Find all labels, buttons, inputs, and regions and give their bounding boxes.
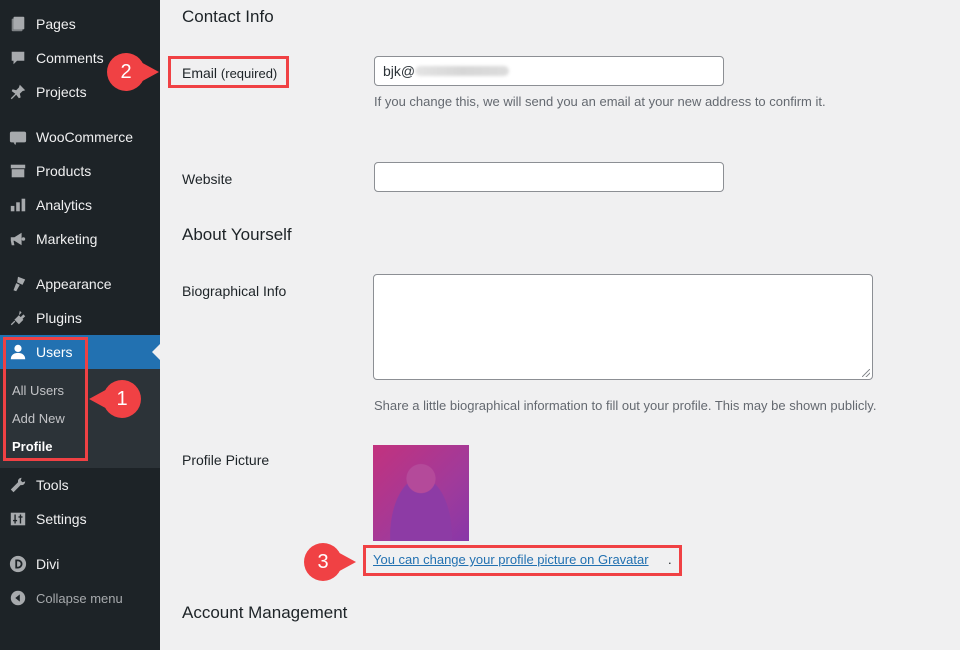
about-yourself-heading: About Yourself [182, 225, 292, 244]
sidebar-item-label: Marketing [36, 231, 98, 247]
sidebar-item-label: Analytics [36, 197, 93, 213]
email-field[interactable]: bjk@ [374, 56, 724, 86]
paintbrush-icon [8, 274, 28, 294]
resize-handle[interactable] [862, 369, 870, 377]
sidebar-item-woocommerce[interactable]: WooCommerce [0, 120, 160, 154]
callout-badge-3: 3 [304, 543, 356, 581]
megaphone-icon [8, 229, 28, 249]
sidebar-item-label: Appearance [36, 276, 112, 292]
sidebar-item-label: Divi [36, 556, 60, 572]
sidebar-item-label: Collapse menu [36, 590, 123, 606]
collapse-icon [8, 588, 28, 608]
callout-number: 3 [304, 543, 342, 581]
sidebar-item-tools[interactable]: Tools [0, 468, 160, 502]
contact-info-heading: Contact Info [182, 7, 274, 26]
profile-avatar [373, 445, 469, 541]
divi-icon [8, 554, 28, 574]
bio-description: Share a little biographical information … [374, 398, 877, 413]
sidebar-item-pages[interactable]: Pages [0, 7, 160, 41]
sidebar-item-label: Projects [36, 84, 87, 100]
callout-badge-2: 2 [107, 53, 159, 91]
callout-box-users-menu [3, 337, 88, 461]
sidebar-item-appearance[interactable]: Appearance [0, 267, 160, 301]
sidebar-item-label: Settings [36, 511, 87, 527]
sidebar-item-label: Pages [36, 16, 76, 32]
sidebar-item-divi[interactable]: Divi [0, 547, 160, 581]
pin-icon [8, 82, 28, 102]
sidebar-item-label: Comments [36, 50, 104, 66]
callout-number: 1 [103, 380, 141, 418]
account-management-heading: Account Management [182, 603, 348, 622]
woocommerce-icon [8, 127, 28, 147]
comments-icon [8, 48, 28, 68]
sidebar-item-marketing[interactable]: Marketing [0, 222, 160, 256]
callout-number: 2 [107, 53, 145, 91]
callout-box-gravatar [363, 545, 682, 576]
bio-label: Biographical Info [182, 283, 287, 299]
plug-icon [8, 308, 28, 328]
archive-icon [8, 161, 28, 181]
pages-icon [8, 14, 28, 34]
sidebar-item-plugins[interactable]: Plugins [0, 301, 160, 335]
website-field[interactable] [374, 162, 724, 192]
redacted-email-blur [415, 66, 510, 76]
sidebar-item-label: Tools [36, 477, 69, 493]
sidebar-item-label: WooCommerce [36, 129, 133, 145]
email-value: bjk@ [383, 63, 416, 79]
sidebar-item-settings[interactable]: Settings [0, 502, 160, 536]
email-description: If you change this, we will send you an … [374, 94, 826, 109]
callout-box-email [168, 56, 289, 88]
callout-badge-1: 1 [89, 380, 141, 418]
sidebar-item-label: Plugins [36, 310, 82, 326]
bio-textarea[interactable] [373, 274, 873, 380]
website-label: Website [182, 171, 233, 187]
sidebar-item-analytics[interactable]: Analytics [0, 188, 160, 222]
bar-chart-icon [8, 195, 28, 215]
admin-sidebar: Pages Comments Projects WooCommerce Prod… [0, 0, 160, 650]
profile-picture-label: Profile Picture [182, 452, 270, 468]
sidebar-item-label: Products [36, 163, 92, 179]
collapse-menu-button[interactable]: Collapse menu [0, 581, 160, 615]
wrench-icon [8, 475, 28, 495]
sliders-icon [8, 509, 28, 529]
sidebar-item-products[interactable]: Products [0, 154, 160, 188]
